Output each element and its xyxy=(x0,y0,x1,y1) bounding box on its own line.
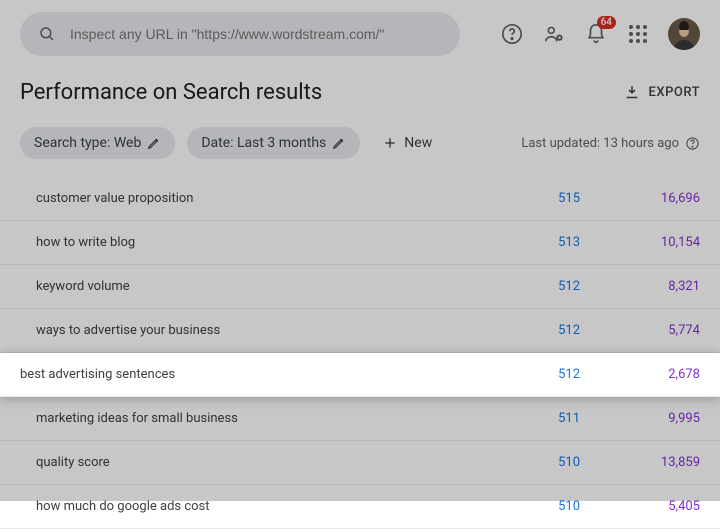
metric-2-cell: 9,995 xyxy=(580,411,700,426)
filter-search-type[interactable]: Search type: Web xyxy=(20,127,175,159)
queries-table: customer value proposition51516,696how t… xyxy=(0,177,720,529)
toolbar-icons: 64 xyxy=(500,18,700,50)
table-row[interactable]: how much do google ads cost5105,405 xyxy=(0,485,720,529)
new-label: New xyxy=(404,135,432,151)
url-inspect-search[interactable] xyxy=(20,12,460,56)
page-title: Performance on Search results xyxy=(20,80,322,105)
query-cell: how much do google ads cost xyxy=(36,499,460,514)
new-filter-button[interactable]: New xyxy=(372,127,442,159)
pencil-icon xyxy=(332,136,346,150)
table-row[interactable]: ways to advertise your business5125,774 xyxy=(0,309,720,353)
query-cell: ways to advertise your business xyxy=(36,323,460,338)
search-icon xyxy=(36,22,58,46)
apps-icon[interactable] xyxy=(626,22,650,46)
table-row[interactable]: best advertising sentences5122,678 xyxy=(0,353,720,397)
metric-2-cell: 5,405 xyxy=(580,499,700,514)
export-label: EXPORT xyxy=(649,85,700,100)
table-row[interactable]: how to write blog51310,154 xyxy=(0,221,720,265)
metric-2-cell: 13,859 xyxy=(580,455,700,470)
metric-1-cell: 510 xyxy=(460,499,580,514)
metric-2-cell: 8,321 xyxy=(580,279,700,294)
pencil-icon xyxy=(147,136,161,150)
last-updated-text: Last updated: 13 hours ago xyxy=(521,136,679,151)
metric-1-cell: 511 xyxy=(460,411,580,426)
metric-2-cell: 2,678 xyxy=(580,367,700,382)
metric-1-cell: 512 xyxy=(460,323,580,338)
topbar: 64 xyxy=(0,0,720,64)
avatar[interactable] xyxy=(668,18,700,50)
query-cell: how to write blog xyxy=(36,235,460,250)
metric-1-cell: 512 xyxy=(460,367,580,382)
notification-badge: 64 xyxy=(597,16,616,29)
metric-2-cell: 5,774 xyxy=(580,323,700,338)
metric-1-cell: 515 xyxy=(460,191,580,206)
metric-1-cell: 510 xyxy=(460,455,580,470)
notifications-icon[interactable]: 64 xyxy=(584,22,608,46)
query-cell: marketing ideas for small business xyxy=(36,411,460,426)
metric-1-cell: 513 xyxy=(460,235,580,250)
metric-1-cell: 512 xyxy=(460,279,580,294)
chip-label: Date: Last 3 months xyxy=(201,135,326,151)
table-row[interactable]: keyword volume5128,321 xyxy=(0,265,720,309)
search-input[interactable] xyxy=(70,26,444,42)
help-icon[interactable] xyxy=(500,22,524,46)
query-cell: customer value proposition xyxy=(36,191,460,206)
plus-icon xyxy=(382,135,398,151)
filters-row: Search type: Web Date: Last 3 months New… xyxy=(0,113,720,177)
last-updated: Last updated: 13 hours ago xyxy=(521,136,700,151)
download-icon xyxy=(623,84,641,102)
table-row[interactable]: marketing ideas for small business5119,9… xyxy=(0,397,720,441)
header-row: Performance on Search results EXPORT xyxy=(0,64,720,113)
query-cell: best advertising sentences xyxy=(20,367,460,382)
table-row[interactable]: customer value proposition51516,696 xyxy=(0,177,720,221)
info-icon[interactable] xyxy=(685,136,700,151)
query-cell: keyword volume xyxy=(36,279,460,294)
metric-2-cell: 10,154 xyxy=(580,235,700,250)
filter-date[interactable]: Date: Last 3 months xyxy=(187,127,360,159)
chip-label: Search type: Web xyxy=(34,135,141,151)
query-cell: quality score xyxy=(36,455,460,470)
export-button[interactable]: EXPORT xyxy=(623,84,700,102)
table-row[interactable]: quality score51013,859 xyxy=(0,441,720,485)
metric-2-cell: 16,696 xyxy=(580,191,700,206)
user-settings-icon[interactable] xyxy=(542,22,566,46)
